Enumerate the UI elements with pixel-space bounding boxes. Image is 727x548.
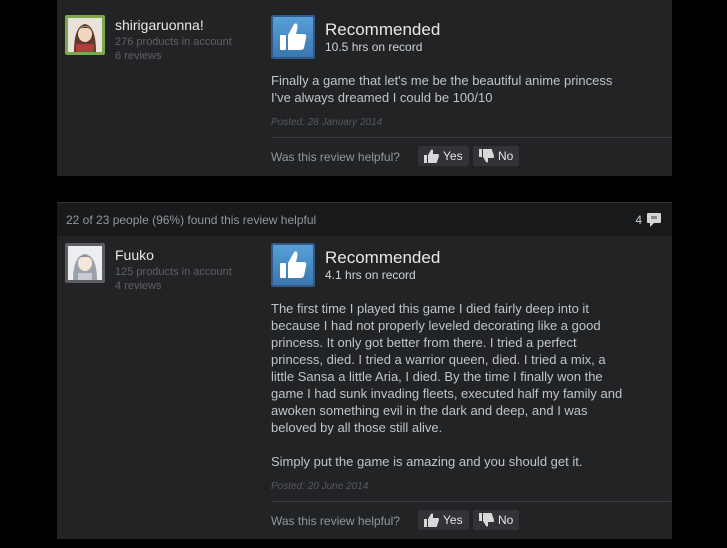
yes-label: Yes [443, 149, 463, 163]
user-name[interactable]: Fuuko [115, 247, 154, 263]
helpful-summary-bar: 22 of 23 people (96%) found this review … [57, 202, 672, 236]
user-reviews[interactable]: 6 reviews [115, 49, 161, 63]
posted-date: Posted: 28 January 2014 [271, 117, 383, 128]
helpful-question: Was this review helpful? [271, 514, 400, 528]
user-name[interactable]: shirigaruonna! [115, 17, 204, 33]
no-label: No [498, 513, 514, 527]
thumbs-down-icon [479, 513, 494, 527]
posted-date: Posted: 20 June 2014 [271, 481, 369, 492]
yes-label: Yes [443, 513, 463, 527]
thumbs-up-icon [424, 513, 439, 527]
yes-button[interactable]: Yes [418, 146, 469, 166]
review-verdict[interactable]: Recommended [325, 248, 440, 268]
comment-count[interactable]: 4 [635, 213, 642, 227]
hours-on-record: 10.5 hrs on record [325, 40, 423, 54]
review-text: Finally a game that let's me be the beau… [271, 73, 613, 105]
no-label: No [498, 149, 514, 163]
yes-button[interactable]: Yes [418, 510, 469, 530]
review-card: shirigaruonna! 276 products in account 6… [57, 0, 672, 176]
divider [271, 137, 671, 138]
avatar[interactable] [65, 15, 105, 55]
helpful-question: Was this review helpful? [271, 150, 400, 164]
review-card: 22 of 23 people (96%) found this review … [57, 202, 672, 539]
hours-on-record: 4.1 hrs on record [325, 268, 416, 282]
avatar-image [68, 246, 102, 280]
thumbs-up-icon [280, 23, 307, 50]
helpful-summary: 22 of 23 people (96%) found this review … [66, 213, 317, 227]
no-button[interactable]: No [473, 510, 519, 530]
speech-bubble-icon[interactable] [645, 212, 663, 228]
recommended-thumb [271, 15, 315, 59]
recommended-thumb [271, 243, 315, 287]
thumbs-up-icon [424, 149, 439, 163]
user-reviews[interactable]: 4 reviews [115, 279, 161, 293]
user-products[interactable]: 125 products in account [115, 265, 232, 279]
review-text: The first time I played this game I died… [271, 301, 623, 469]
review-verdict[interactable]: Recommended [325, 20, 440, 40]
thumbs-up-icon [280, 251, 307, 278]
divider [271, 501, 671, 502]
thumbs-down-icon [479, 149, 494, 163]
avatar[interactable] [65, 243, 105, 283]
no-button[interactable]: No [473, 146, 519, 166]
user-products[interactable]: 276 products in account [115, 35, 232, 49]
avatar-image [68, 18, 102, 52]
